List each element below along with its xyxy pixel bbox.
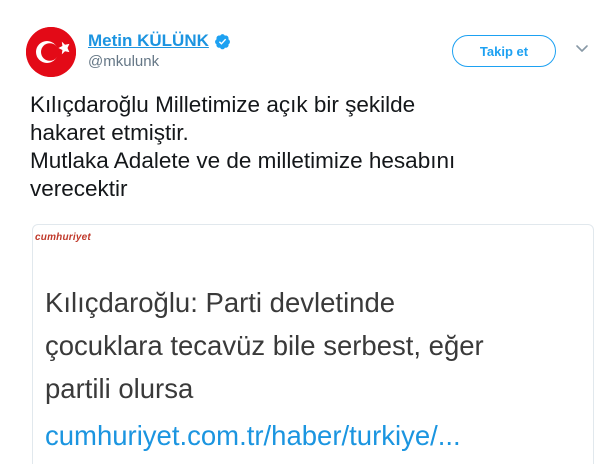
card-headline: Kılıçdaroğlu: Parti devletinde çocuklara… (45, 281, 585, 410)
card-headline-line: Kılıçdaroğlu: Parti devletinde (45, 287, 396, 318)
tweet: Metin KÜLÜNK @mkulunk Takip et Kılıçdaro… (0, 0, 613, 464)
user-handle[interactable]: @mkulunk (88, 53, 159, 71)
tweet-text-line: Mutlaka Adalete ve de milletimize hesabı… (30, 148, 456, 173)
verified-badge-icon (214, 33, 230, 49)
turkish-flag-icon (26, 27, 76, 77)
card-link[interactable]: cumhuriyet.com.tr/haber/turkiye/... (45, 419, 461, 453)
tweet-text-line: verecektir (30, 176, 128, 201)
card-source-logo: cumhuriyet (35, 232, 91, 243)
avatar[interactable] (26, 27, 76, 77)
tweet-text-line: hakaret etmiştir. (30, 120, 189, 145)
link-preview-card[interactable]: cumhuriyet Kılıçdaroğlu: Parti devletind… (32, 224, 594, 464)
card-headline-line: partili olursa (45, 373, 194, 404)
card-headline-line: çocuklara tecavüz bile serbest, eğer (45, 330, 484, 361)
tweet-text-line: Kılıçdaroğlu Milletimize açık bir şekild… (30, 92, 416, 117)
user-name-row: Metin KÜLÜNK (88, 31, 231, 51)
follow-button[interactable]: Takip et (452, 35, 556, 67)
display-name[interactable]: Metin KÜLÜNK (88, 31, 209, 51)
chevron-down-icon[interactable] (575, 42, 589, 56)
tweet-text: Kılıçdaroğlu Milletimize açık bir şekild… (30, 91, 590, 203)
